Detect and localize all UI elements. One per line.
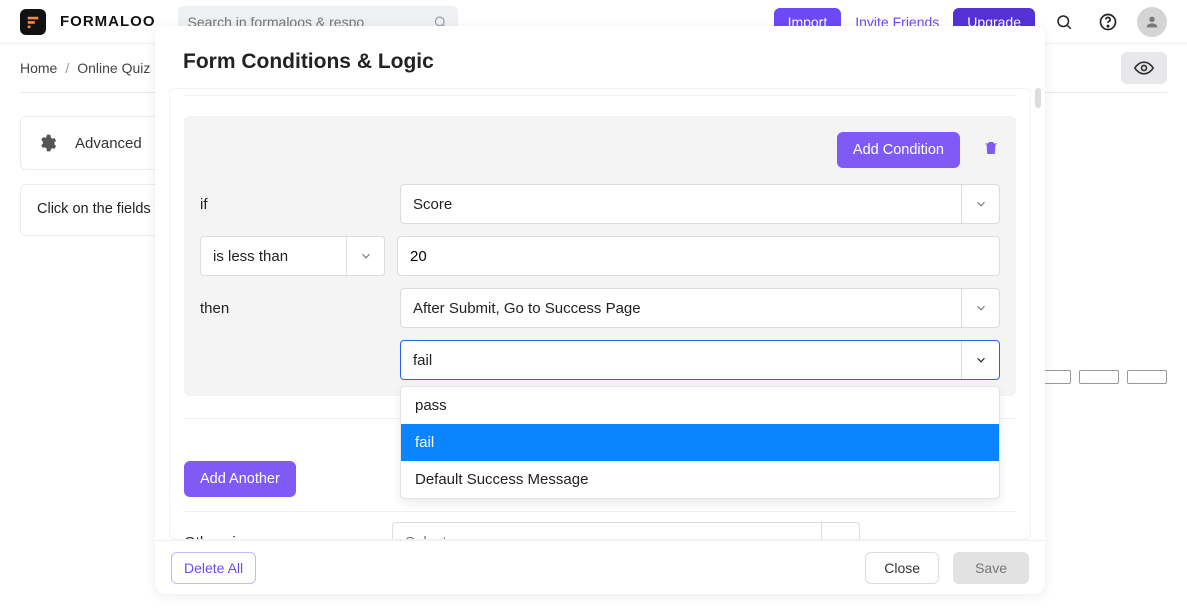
chevron-down-icon xyxy=(974,353,988,367)
brand-text: FORMALOO xyxy=(60,13,156,30)
value-input[interactable] xyxy=(410,248,987,265)
gear-icon xyxy=(37,133,57,153)
search-icon xyxy=(1055,13,1073,31)
otherwise-label: Otherwise xyxy=(184,534,392,541)
eye-icon xyxy=(1134,58,1154,78)
option-default-success[interactable]: Default Success Message xyxy=(401,461,999,498)
option-fail[interactable]: fail xyxy=(401,424,999,461)
delete-condition-button[interactable] xyxy=(982,139,1000,162)
success-page-value: fail xyxy=(413,352,432,369)
success-page-select[interactable]: fail xyxy=(400,340,1000,380)
comparator-select[interactable]: is less than xyxy=(200,236,385,276)
if-label: if xyxy=(200,196,400,213)
trash-icon xyxy=(982,139,1000,157)
comparator-select-value: is less than xyxy=(213,248,288,265)
modal-footer: Delete All Close Save xyxy=(155,540,1045,594)
conditions-modal: Form Conditions & Logic Add Condition if xyxy=(155,26,1045,594)
add-another-button[interactable]: Add Another xyxy=(184,461,296,497)
chevron-down-icon xyxy=(834,535,848,540)
page-thumbnail[interactable] xyxy=(1079,370,1119,384)
condition-block: Add Condition if Score xyxy=(184,116,1016,396)
then-label: then xyxy=(200,300,400,317)
help-icon xyxy=(1098,12,1118,32)
brand-logo xyxy=(20,9,46,35)
person-icon xyxy=(1144,14,1160,30)
then-action-value: After Submit, Go to Success Page xyxy=(413,300,641,317)
save-button: Save xyxy=(953,552,1029,584)
otherwise-placeholder: Select... xyxy=(405,534,459,541)
close-button[interactable]: Close xyxy=(865,552,939,584)
advanced-label: Advanced xyxy=(75,135,142,152)
chevron-down-icon xyxy=(974,301,988,315)
delete-all-button[interactable]: Delete All xyxy=(171,552,256,584)
chevron-down-icon xyxy=(359,249,373,263)
success-page-dropdown: pass fail Default Success Message xyxy=(400,386,1000,499)
global-search-button[interactable] xyxy=(1049,7,1079,37)
option-pass[interactable]: pass xyxy=(401,387,999,424)
score-select[interactable]: Score xyxy=(400,184,1000,224)
breadcrumb-item[interactable]: Online Quiz xyxy=(77,60,150,76)
breadcrumb-separator: / xyxy=(65,60,69,76)
modal-title: Form Conditions & Logic xyxy=(183,50,1017,74)
otherwise-select[interactable]: Select... xyxy=(392,522,860,540)
modal-body: Add Condition if Score xyxy=(155,88,1045,540)
logo-mark-icon xyxy=(26,15,40,29)
page-thumbnail[interactable] xyxy=(1127,370,1167,384)
score-select-value: Score xyxy=(413,196,452,213)
preview-button[interactable] xyxy=(1121,52,1167,84)
scrollbar[interactable] xyxy=(1035,88,1041,108)
breadcrumb-home[interactable]: Home xyxy=(20,60,57,76)
avatar[interactable] xyxy=(1137,7,1167,37)
add-condition-button[interactable]: Add Condition xyxy=(837,132,960,168)
then-action-select[interactable]: After Submit, Go to Success Page xyxy=(400,288,1000,328)
help-button[interactable] xyxy=(1093,7,1123,37)
chevron-down-icon xyxy=(974,197,988,211)
modal-header: Form Conditions & Logic xyxy=(155,26,1045,88)
page-thumbnails xyxy=(1031,370,1167,384)
value-input-wrap[interactable] xyxy=(397,236,1000,276)
